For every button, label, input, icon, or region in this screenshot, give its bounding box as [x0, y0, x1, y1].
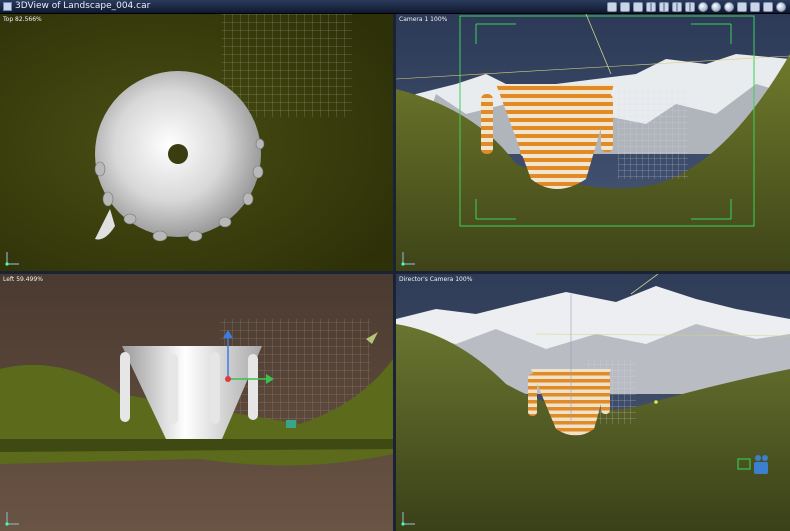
title-bar: 3DView of Landscape_004.car — [0, 0, 790, 14]
sphere-icon[interactable] — [776, 2, 786, 12]
light-icon[interactable] — [711, 2, 721, 12]
cone-hole — [168, 144, 188, 164]
director-scene — [396, 274, 790, 531]
camera1-scene — [396, 14, 790, 271]
axis-gizmo-icon — [5, 252, 19, 266]
viewport-camera1-label: Camera 1 100% — [399, 16, 448, 23]
grid-plane — [618, 89, 688, 179]
viewport-splitter-horizontal[interactable] — [0, 271, 790, 274]
left-view-scene — [0, 274, 393, 531]
render-icon[interactable] — [607, 2, 617, 12]
layout-4-icon[interactable] — [685, 2, 695, 12]
axis-gizmo-icon — [401, 512, 415, 526]
top-view-scene — [0, 14, 393, 271]
layout-2-icon[interactable] — [659, 2, 669, 12]
viewport-director[interactable]: Director's Camera 100% — [396, 274, 790, 531]
camera-icon[interactable] — [698, 2, 708, 12]
viewport-left[interactable]: Left 59.499% — [0, 274, 393, 531]
viewport-camera1[interactable]: Camera 1 100% — [396, 14, 790, 271]
cube-side-icon[interactable] — [763, 2, 773, 12]
viewport-top[interactable]: Top 82.566% — [0, 14, 393, 271]
layout-3-icon[interactable] — [672, 2, 682, 12]
window-title: 3DView of Landscape_004.car — [15, 1, 151, 11]
cube-top-icon[interactable] — [737, 2, 747, 12]
preview-icon[interactable] — [633, 2, 643, 12]
axis-gizmo-icon — [5, 512, 19, 526]
layout-1-icon[interactable] — [646, 2, 656, 12]
object-icon[interactable] — [724, 2, 734, 12]
viewport-left-label: Left 59.499% — [3, 276, 43, 283]
viewport-director-label: Director's Camera 100% — [399, 276, 473, 283]
view-toolbar — [607, 1, 786, 13]
camera-object[interactable] — [286, 420, 296, 428]
navigator-icon[interactable] — [620, 2, 630, 12]
cube-front-icon[interactable] — [750, 2, 760, 12]
viewport-top-label: Top 82.566% — [3, 16, 42, 23]
axis-gizmo-icon — [401, 252, 415, 266]
app-icon — [3, 2, 12, 11]
